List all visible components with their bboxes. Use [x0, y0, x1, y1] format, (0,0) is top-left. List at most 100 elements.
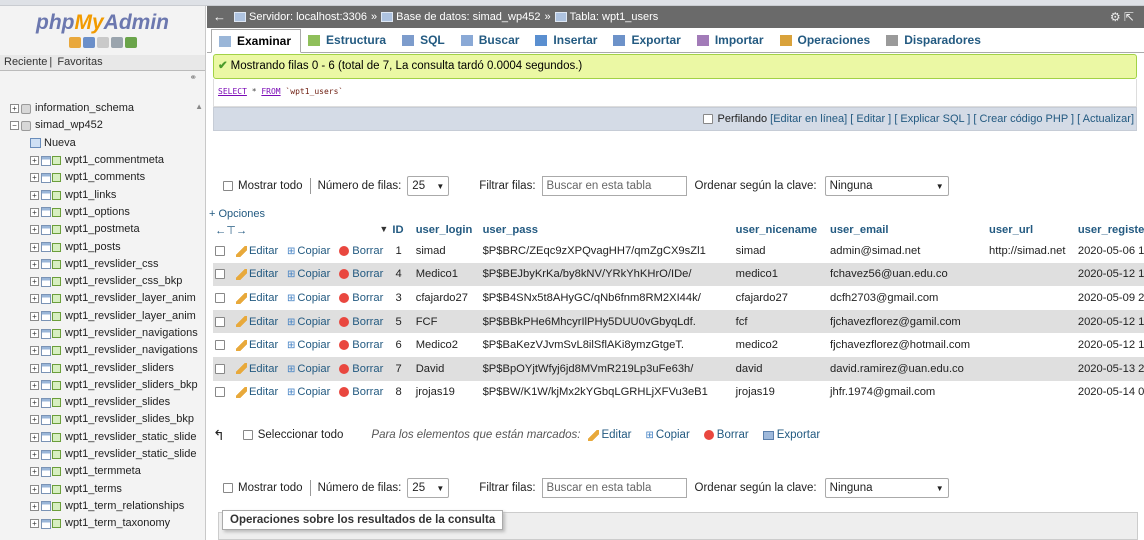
table-name[interactable]: wpt1_term_taxonomy — [65, 515, 170, 532]
table-item[interactable]: + wpt1_termmeta — [0, 463, 205, 480]
cell-user-url[interactable] — [987, 286, 1076, 310]
bulk-copy-button[interactable]: ⊞ Copiar — [646, 429, 690, 441]
cell-id[interactable]: 1 — [390, 239, 414, 263]
expand-icon[interactable]: + — [30, 450, 39, 460]
cell-user-nicename[interactable]: medico1 — [733, 262, 828, 287]
table-item[interactable]: + wpt1_links — [0, 186, 205, 203]
table-icon[interactable] — [41, 311, 51, 322]
expand-icon[interactable]: + — [30, 225, 39, 235]
table-item[interactable]: + wpt1_revslider_navigations — [0, 325, 205, 342]
tab-estructura[interactable]: Estructura — [301, 28, 395, 52]
rows-select-bottom[interactable]: 25 ▼ — [407, 478, 450, 498]
sql-keyword-select[interactable]: SELECT — [218, 87, 247, 96]
table-name[interactable]: wpt1_revslider_sliders_bkp — [65, 377, 198, 394]
bulk-delete-button[interactable]: Borrar — [703, 429, 749, 441]
cell-user-email[interactable]: jhfr.1974@gmail.com — [828, 380, 987, 405]
cell-user-url[interactable] — [987, 262, 1076, 287]
cell-user-login[interactable]: David — [413, 356, 481, 381]
tab-disparadores[interactable]: Disparadores — [879, 28, 990, 52]
copy-row-button[interactable]: ⊞ Copiar — [285, 356, 338, 381]
table-name[interactable]: wpt1_revslider_layer_anim — [65, 290, 196, 307]
table-icon[interactable] — [41, 484, 51, 495]
cell-user-url[interactable] — [987, 356, 1076, 381]
table-icon[interactable] — [41, 207, 51, 218]
structure-icon[interactable] — [52, 380, 61, 390]
cell-user-registered[interactable]: 2020-05-12 17:2 — [1075, 262, 1144, 287]
structure-icon[interactable] — [52, 519, 61, 529]
structure-icon[interactable] — [52, 450, 61, 460]
cell-user-email[interactable]: dcfh2703@gmail.com — [828, 286, 987, 310]
reload-icon[interactable] — [124, 37, 137, 48]
table-icon[interactable] — [41, 224, 51, 235]
table-item[interactable]: + wpt1_options — [0, 204, 205, 221]
tab-examinar[interactable]: Examinar — [211, 29, 302, 53]
database-item[interactable]: − simad_wp452 — [0, 117, 205, 134]
table-item[interactable]: + wpt1_comments — [0, 169, 205, 186]
column-header-user_login[interactable]: user_login — [413, 222, 481, 240]
edit-link[interactable]: [ Editar ] — [850, 113, 891, 125]
column-header-user_url[interactable]: user_url — [987, 222, 1076, 240]
bulk-export-button[interactable]: Exportar — [762, 429, 820, 441]
cell-user-pass[interactable]: $P$BpOYjtWfyj6jd8MVmR219Lp3uFe63h/ — [480, 356, 734, 381]
expand-icon[interactable]: + — [30, 346, 39, 356]
copy-row-button[interactable]: ⊞ Copiar — [285, 286, 338, 310]
row-checkbox[interactable] — [213, 286, 234, 310]
expand-icon[interactable]: + — [30, 156, 39, 166]
table-item[interactable]: + wpt1_revslider_sliders_bkp — [0, 377, 205, 394]
expand-icon[interactable]: + — [30, 398, 39, 408]
table-icon[interactable] — [41, 414, 51, 425]
structure-icon[interactable] — [52, 311, 61, 321]
options-link[interactable]: + Opciones — [209, 208, 265, 220]
table-item[interactable]: + wpt1_terms — [0, 481, 205, 498]
table-item[interactable]: + wpt1_revslider_layer_anim — [0, 308, 205, 325]
show-all-checkbox-bottom[interactable] — [223, 483, 233, 493]
table-name[interactable]: wpt1_options — [65, 204, 130, 221]
recent-tab[interactable]: Reciente — [4, 56, 47, 68]
filter-input-bottom[interactable]: Buscar en esta tabla — [541, 478, 687, 498]
create-php-link[interactable]: [ Crear código PHP ] — [973, 113, 1074, 125]
table-icon[interactable] — [41, 449, 51, 460]
expand-icon[interactable]: + — [30, 519, 39, 529]
tab-operaciones[interactable]: Operaciones — [773, 28, 880, 52]
profiling-checkbox[interactable] — [702, 114, 713, 125]
cell-user-pass[interactable]: $P$BRC/ZEqc9zXPQvagHH7/qmZgCX9sZl1 — [480, 239, 734, 263]
bulk-edit-button[interactable]: Editar — [588, 429, 632, 441]
expand-icon[interactable]: + — [30, 311, 39, 321]
table-icon[interactable] — [41, 190, 51, 201]
table-item[interactable]: + wpt1_revslider_navigations — [0, 342, 205, 359]
settings-icon[interactable] — [110, 37, 123, 48]
copy-row-button[interactable]: ⊞ Copiar — [285, 380, 338, 405]
structure-icon[interactable] — [52, 398, 61, 408]
cell-id[interactable]: 3 — [390, 286, 414, 310]
cell-user-url[interactable] — [987, 333, 1076, 357]
edit-row-button[interactable]: Editar — [233, 333, 285, 357]
tab-importar[interactable]: Importar — [690, 28, 773, 52]
table-item[interactable]: + wpt1_commentmeta — [0, 152, 205, 169]
table-row[interactable]: Editar ⊞ Copiar Borrar 6 Medico2 $P$BaKezVJvmS… — [213, 333, 1144, 357]
row-checkbox[interactable] — [213, 380, 234, 405]
column-header-user_registered[interactable]: user_registered — [1075, 222, 1144, 240]
row-checkbox[interactable] — [213, 333, 234, 357]
structure-icon[interactable] — [52, 363, 61, 373]
table-icon[interactable] — [41, 432, 51, 443]
edit-row-button[interactable]: Editar — [233, 286, 285, 310]
table-item[interactable]: + wpt1_revslider_static_slide — [0, 446, 205, 463]
table-name[interactable]: wpt1_comments — [65, 169, 145, 186]
table-row[interactable]: Editar ⊞ Copiar Borrar 8 jrojas19 $P$BW/K1W/kj… — [213, 380, 1144, 405]
filter-input[interactable]: Buscar en esta tabla — [541, 176, 687, 196]
cell-user-login[interactable]: FCF — [413, 309, 481, 334]
edit-inline-link[interactable]: [Editar en línea] — [770, 113, 847, 125]
expand-icon[interactable]: + — [30, 242, 39, 252]
table-icon[interactable] — [41, 328, 51, 339]
explain-sql-link[interactable]: [ Explicar SQL ] — [894, 113, 970, 125]
home-icon[interactable] — [68, 37, 81, 48]
cell-user-login[interactable]: simad — [413, 239, 481, 263]
table-icon[interactable] — [41, 466, 51, 477]
edit-row-button[interactable]: Editar — [233, 309, 285, 334]
table-item[interactable]: + wpt1_revslider_css_bkp — [0, 273, 205, 290]
expand-icon[interactable]: + — [30, 380, 39, 390]
tab-sql[interactable]: SQL — [395, 28, 454, 52]
structure-icon[interactable] — [52, 207, 61, 217]
table-icon[interactable] — [41, 501, 51, 512]
cell-user-login[interactable]: jrojas19 — [413, 380, 481, 405]
